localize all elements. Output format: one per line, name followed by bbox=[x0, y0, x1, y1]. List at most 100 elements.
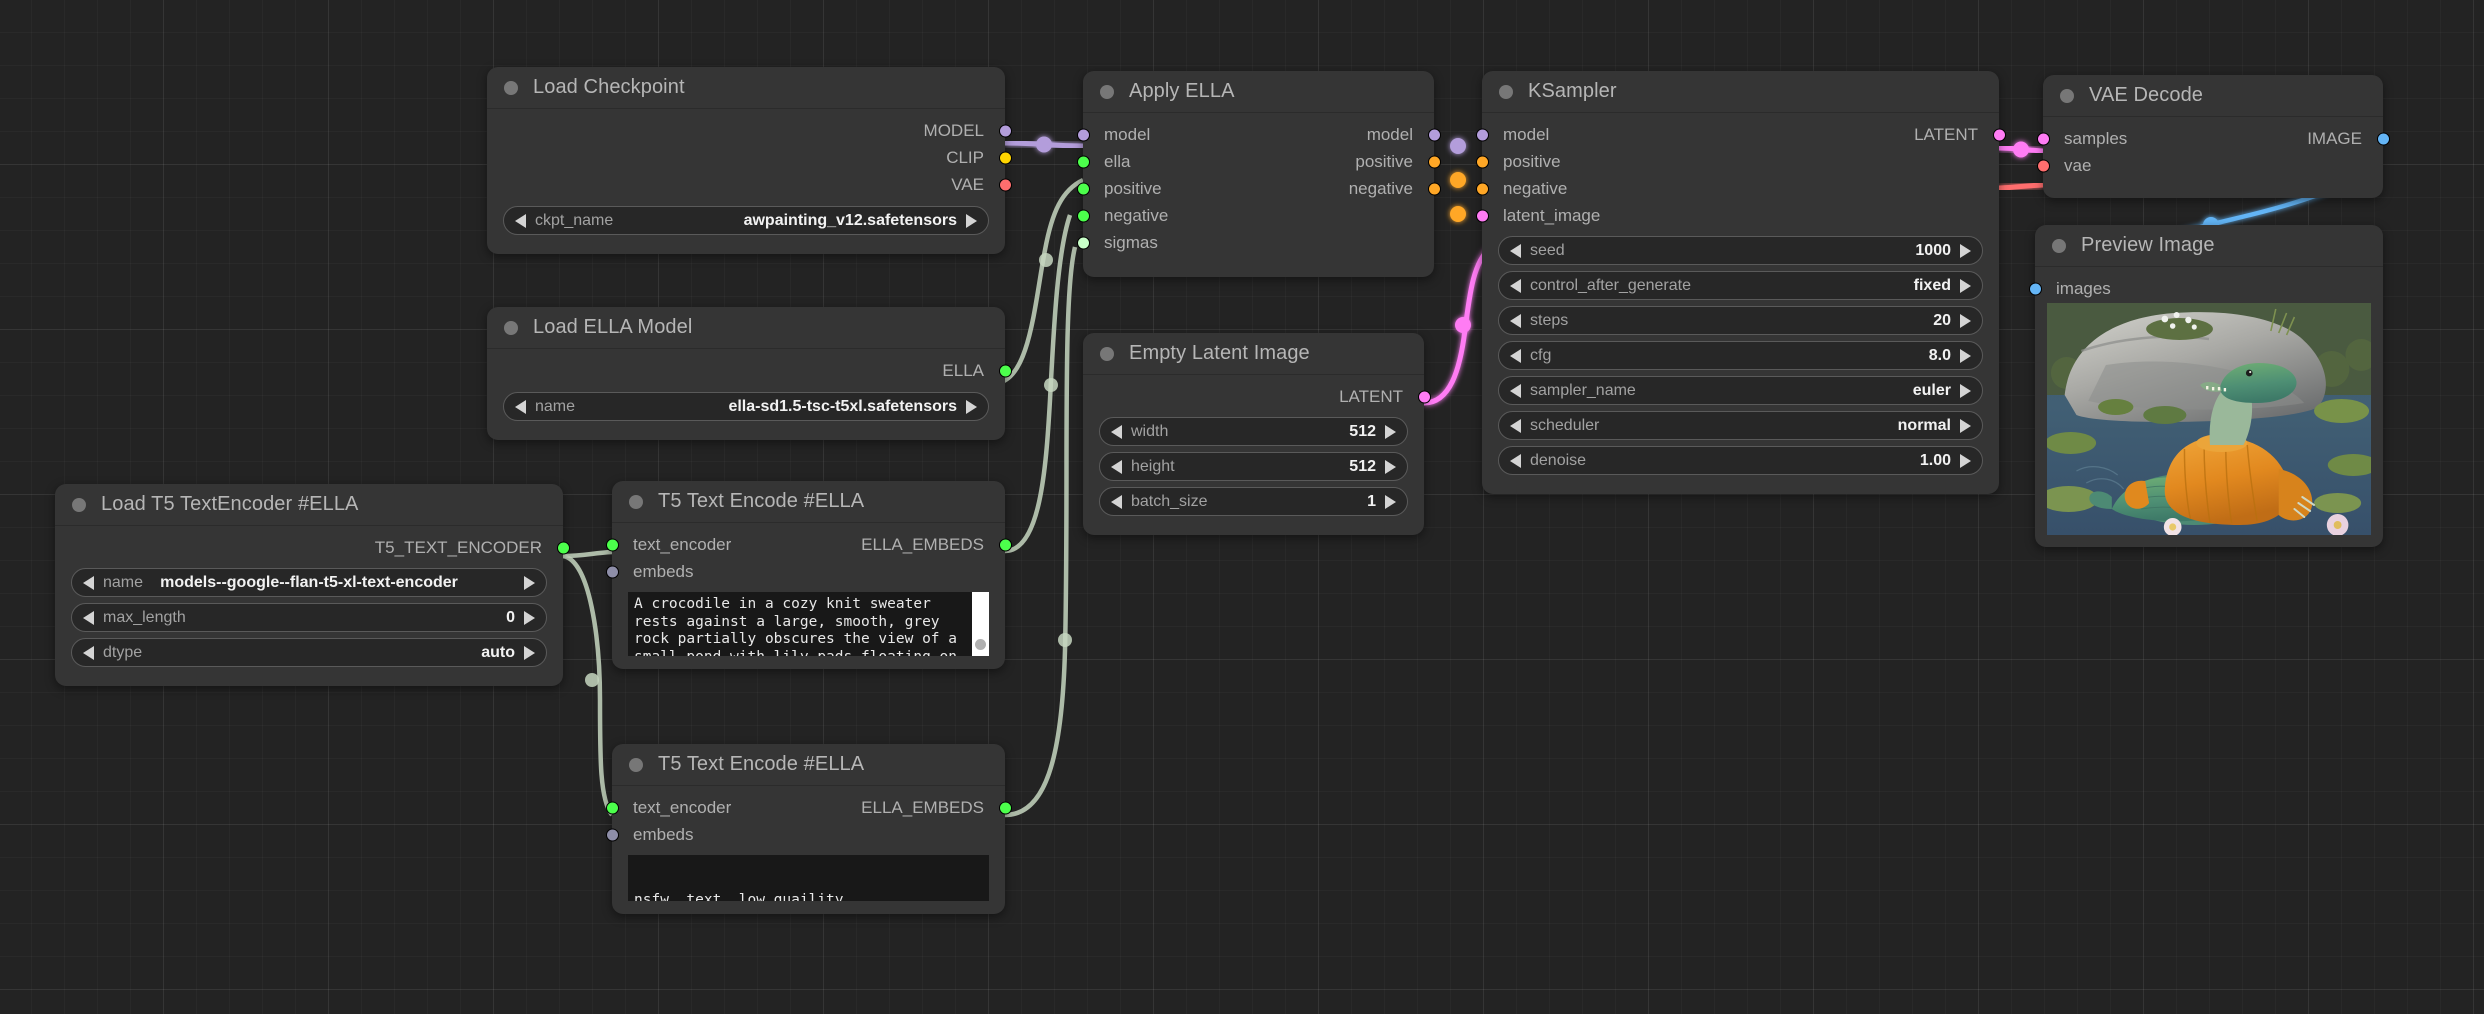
widget-sampler-name[interactable]: sampler_name euler bbox=[1498, 376, 1983, 405]
output-slot-model[interactable]: MODEL bbox=[487, 120, 1012, 141]
increment-arrow-icon[interactable] bbox=[1385, 494, 1396, 509]
decrement-arrow-icon[interactable] bbox=[1111, 424, 1122, 439]
output-port-model-dot[interactable] bbox=[1427, 128, 1441, 141]
input-slot-embeds[interactable]: embeds bbox=[605, 824, 1005, 845]
node-load-checkpoint[interactable]: Load Checkpoint MODEL CLIP VAE ckpt_name… bbox=[487, 67, 1012, 254]
node-title-bar[interactable]: Load T5 TextEncoder #ELLA bbox=[55, 484, 563, 526]
decrement-arrow-icon[interactable] bbox=[1510, 383, 1521, 398]
decrement-arrow-icon[interactable] bbox=[515, 399, 526, 414]
input-slot-model[interactable]: model model bbox=[1076, 124, 1441, 145]
node-empty-latent-image[interactable]: Empty Latent Image LATENT width 512 heig… bbox=[1083, 333, 1431, 535]
output-slot-vae[interactable]: VAE bbox=[487, 174, 1012, 195]
node-title-bar[interactable]: T5 Text Encode #ELLA bbox=[612, 481, 1005, 523]
input-port-text-encoder-dot[interactable] bbox=[605, 538, 619, 551]
widget-ella-name[interactable]: name ella-sd1.5-tsc-t5xl.safetensors bbox=[503, 392, 989, 421]
collapse-dot-icon[interactable] bbox=[72, 497, 86, 512]
widget-batch-size[interactable]: batch_size 1 bbox=[1099, 487, 1408, 516]
output-port-t5-encoder-dot[interactable] bbox=[556, 541, 570, 554]
input-port-embeds-dot[interactable] bbox=[605, 828, 619, 841]
collapse-dot-icon[interactable] bbox=[629, 494, 643, 509]
increment-arrow-icon[interactable] bbox=[1960, 453, 1971, 468]
input-port-positive-dot[interactable] bbox=[1475, 155, 1489, 168]
increment-arrow-icon[interactable] bbox=[524, 575, 535, 590]
output-port-model-dot[interactable] bbox=[998, 124, 1012, 137]
output-port-negative-dot[interactable] bbox=[1427, 182, 1441, 195]
output-port-latent-dot[interactable] bbox=[1417, 390, 1431, 403]
output-slot-ella[interactable]: ELLA bbox=[487, 360, 1012, 381]
input-port-text-encoder-dot[interactable] bbox=[605, 801, 619, 814]
increment-arrow-icon[interactable] bbox=[1960, 418, 1971, 433]
node-ksampler[interactable]: KSampler model LATENT positive negative … bbox=[1475, 71, 2006, 494]
node-title-bar[interactable]: Apply ELLA bbox=[1083, 71, 1434, 113]
decrement-arrow-icon[interactable] bbox=[1510, 243, 1521, 258]
increment-arrow-icon[interactable] bbox=[524, 645, 535, 660]
increment-arrow-icon[interactable] bbox=[1960, 243, 1971, 258]
node-title-bar[interactable]: Load ELLA Model bbox=[487, 307, 1005, 349]
output-port-vae-dot[interactable] bbox=[998, 178, 1012, 191]
input-port-samples-dot[interactable] bbox=[2036, 132, 2050, 145]
collapse-dot-icon[interactable] bbox=[1499, 84, 1513, 99]
textarea-scrollbar[interactable] bbox=[972, 592, 989, 656]
node-title-bar[interactable]: Load Checkpoint bbox=[487, 67, 1005, 109]
increment-arrow-icon[interactable] bbox=[524, 610, 535, 625]
collapse-dot-icon[interactable] bbox=[504, 320, 518, 335]
prompt-textarea-negative[interactable]: nsfw, text, low quaility bbox=[628, 855, 989, 901]
decrement-arrow-icon[interactable] bbox=[1111, 494, 1122, 509]
output-port-image-dot[interactable] bbox=[2376, 132, 2390, 145]
output-slot-latent[interactable]: LATENT bbox=[1083, 386, 1431, 407]
node-title-bar[interactable]: Empty Latent Image bbox=[1083, 333, 1424, 375]
input-slot-latent-image[interactable]: latent_image bbox=[1475, 205, 1999, 226]
increment-arrow-icon[interactable] bbox=[1385, 424, 1396, 439]
input-port-embeds-dot[interactable] bbox=[605, 565, 619, 578]
widget-denoise[interactable]: denoise 1.00 bbox=[1498, 446, 1983, 475]
input-slot-sigmas[interactable]: sigmas bbox=[1076, 232, 1434, 253]
widget-height[interactable]: height 512 bbox=[1099, 452, 1408, 481]
widget-max-length[interactable]: max_length 0 bbox=[71, 603, 547, 632]
node-title-bar[interactable]: T5 Text Encode #ELLA bbox=[612, 744, 1005, 786]
increment-arrow-icon[interactable] bbox=[966, 213, 977, 228]
widget-control-after-generate[interactable]: control_after_generate fixed bbox=[1498, 271, 1983, 300]
scrollbar-thumb[interactable] bbox=[975, 639, 986, 650]
node-title-bar[interactable]: VAE Decode bbox=[2043, 75, 2383, 117]
input-port-negative-dot[interactable] bbox=[1076, 209, 1090, 222]
input-slot-positive[interactable]: positive bbox=[1475, 151, 1999, 172]
output-port-clip-dot[interactable] bbox=[998, 151, 1012, 164]
increment-arrow-icon[interactable] bbox=[1960, 383, 1971, 398]
input-port-vae-dot[interactable] bbox=[2036, 159, 2050, 172]
increment-arrow-icon[interactable] bbox=[1960, 278, 1971, 293]
input-slot-model[interactable]: model LATENT bbox=[1475, 124, 2006, 145]
input-port-latent-image-dot[interactable] bbox=[1475, 209, 1489, 222]
node-preview-image[interactable]: Preview Image images bbox=[2028, 225, 2383, 547]
input-slot-positive[interactable]: positive negative bbox=[1076, 178, 1441, 199]
prompt-textarea-positive[interactable]: A crocodile in a cozy knit sweater rests… bbox=[628, 592, 989, 656]
node-load-ella-model[interactable]: Load ELLA Model ELLA name ella-sd1.5-tsc… bbox=[487, 307, 1012, 440]
output-slot-clip[interactable]: CLIP bbox=[487, 147, 1012, 168]
output-port-ella-embeds-dot[interactable] bbox=[998, 538, 1012, 551]
widget-seed[interactable]: seed 1000 bbox=[1498, 236, 1983, 265]
widget-t5-name[interactable]: name models--google--flan-t5-xl-text-enc… bbox=[71, 568, 547, 597]
output-port-latent-dot[interactable] bbox=[1992, 128, 2006, 141]
input-port-model-dot[interactable] bbox=[1475, 128, 1489, 141]
increment-arrow-icon[interactable] bbox=[1960, 313, 1971, 328]
output-slot-t5-text-encoder[interactable]: T5_TEXT_ENCODER bbox=[55, 537, 570, 558]
node-load-t5-textencoder[interactable]: Load T5 TextEncoder #ELLA T5_TEXT_ENCODE… bbox=[55, 484, 570, 686]
input-slot-text-encoder[interactable]: text_encoder ELLA_EMBEDS bbox=[605, 797, 1012, 818]
decrement-arrow-icon[interactable] bbox=[83, 575, 94, 590]
decrement-arrow-icon[interactable] bbox=[83, 645, 94, 660]
collapse-dot-icon[interactable] bbox=[504, 80, 518, 95]
node-title-bar[interactable]: KSampler bbox=[1482, 71, 1999, 113]
input-port-model-dot[interactable] bbox=[1076, 128, 1090, 141]
output-port-positive-dot[interactable] bbox=[1427, 155, 1441, 168]
input-slot-samples[interactable]: samples IMAGE bbox=[2036, 128, 2390, 149]
node-title-bar[interactable]: Preview Image bbox=[2035, 225, 2383, 267]
input-slot-embeds[interactable]: embeds bbox=[605, 561, 1005, 582]
widget-dtype[interactable]: dtype auto bbox=[71, 638, 547, 667]
node-t5-text-encode-negative[interactable]: T5 Text Encode #ELLA text_encoder ELLA_E… bbox=[605, 744, 1012, 914]
collapse-dot-icon[interactable] bbox=[629, 757, 643, 772]
decrement-arrow-icon[interactable] bbox=[1510, 453, 1521, 468]
decrement-arrow-icon[interactable] bbox=[1111, 459, 1122, 474]
increment-arrow-icon[interactable] bbox=[1960, 348, 1971, 363]
widget-scheduler[interactable]: scheduler normal bbox=[1498, 411, 1983, 440]
input-slot-images[interactable]: images bbox=[2028, 278, 2383, 299]
input-slot-negative[interactable]: negative bbox=[1475, 178, 1999, 199]
